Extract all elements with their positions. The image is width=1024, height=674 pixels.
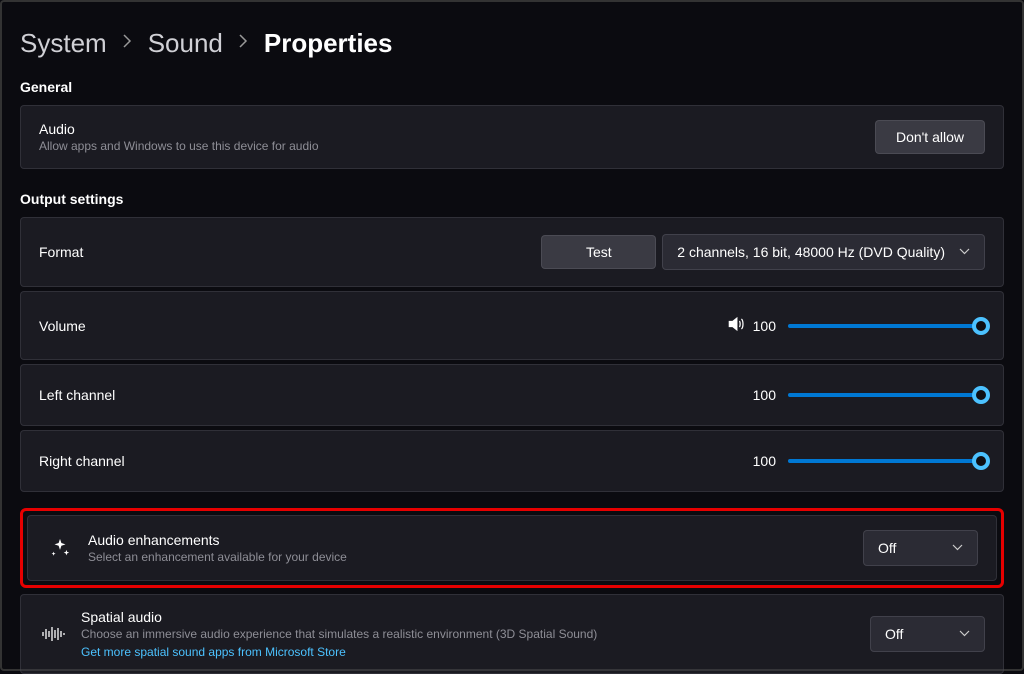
format-value: 2 channels, 16 bit, 48000 Hz (DVD Qualit…: [677, 244, 945, 260]
audio-title: Audio: [39, 121, 875, 137]
card-volume: Volume 100: [20, 291, 1004, 360]
dont-allow-button[interactable]: Don't allow: [875, 120, 985, 154]
left-channel-title: Left channel: [39, 387, 750, 403]
card-spatial-audio: Spatial audio Choose an immersive audio …: [20, 594, 1004, 674]
volume-value: 100: [750, 318, 776, 334]
card-left-channel: Left channel 100: [20, 364, 1004, 426]
chevron-down-icon: [959, 246, 970, 258]
speaker-icon: [726, 314, 746, 337]
card-audio: Audio Allow apps and Windows to use this…: [20, 105, 1004, 169]
breadcrumb: System Sound Properties: [20, 28, 1004, 59]
right-channel-slider[interactable]: [788, 459, 985, 463]
left-channel-slider[interactable]: [788, 393, 985, 397]
spatial-value: Off: [885, 626, 903, 642]
volume-slider[interactable]: [788, 324, 985, 328]
card-audio-enhancements: Audio enhancements Select an enhancement…: [27, 515, 997, 581]
breadcrumb-sound[interactable]: Sound: [148, 28, 223, 59]
breadcrumb-properties: Properties: [264, 28, 393, 59]
spatial-subtitle: Choose an immersive audio experience tha…: [81, 627, 870, 641]
spatial-store-link[interactable]: Get more spatial sound apps from Microso…: [81, 645, 870, 659]
section-header-output: Output settings: [20, 191, 1004, 207]
right-channel-title: Right channel: [39, 453, 750, 469]
chevron-down-icon: [952, 542, 963, 554]
card-format: Format Test 2 channels, 16 bit, 48000 Hz…: [20, 217, 1004, 287]
section-header-general: General: [20, 79, 1004, 95]
enhancements-title: Audio enhancements: [88, 532, 863, 548]
highlight-audio-enhancements: Audio enhancements Select an enhancement…: [20, 508, 1004, 588]
left-channel-value: 100: [750, 387, 776, 403]
enhancements-subtitle: Select an enhancement available for your…: [88, 550, 863, 564]
enhancements-dropdown[interactable]: Off: [863, 530, 978, 566]
card-right-channel: Right channel 100: [20, 430, 1004, 492]
test-button[interactable]: Test: [541, 235, 656, 269]
enhancements-value: Off: [878, 540, 896, 556]
chevron-right-icon: [239, 34, 248, 53]
format-dropdown[interactable]: 2 channels, 16 bit, 48000 Hz (DVD Qualit…: [662, 234, 985, 270]
breadcrumb-system[interactable]: System: [20, 28, 107, 59]
sparkle-icon: [46, 537, 74, 559]
right-channel-value: 100: [750, 453, 776, 469]
volume-title: Volume: [39, 318, 726, 334]
spatial-dropdown[interactable]: Off: [870, 616, 985, 652]
chevron-down-icon: [959, 628, 970, 640]
format-title: Format: [39, 244, 541, 260]
soundwave-icon: [39, 624, 67, 644]
audio-subtitle: Allow apps and Windows to use this devic…: [39, 139, 875, 153]
chevron-right-icon: [123, 34, 132, 53]
spatial-title: Spatial audio: [81, 609, 870, 625]
